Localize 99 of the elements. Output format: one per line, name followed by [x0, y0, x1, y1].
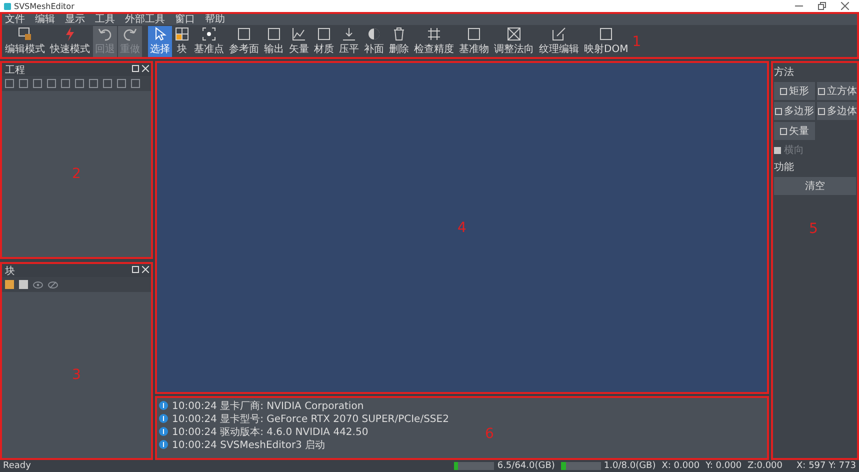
log-entry: 10:00:24 显卡厂商: NVIDIA Corporation: [172, 400, 364, 412]
square-icon[interactable]: [19, 79, 28, 88]
coordinate-readout: X: 0.000: [662, 461, 700, 471]
menu-item[interactable]: 帮助: [205, 12, 225, 26]
close-icon[interactable]: [142, 64, 149, 75]
menu-item[interactable]: 显示: [65, 12, 85, 26]
chart-icon: [292, 27, 306, 41]
status-message: Ready: [3, 461, 31, 471]
menu-item[interactable]: 工具: [95, 12, 115, 26]
annotation-number: 4: [458, 220, 466, 236]
float-icon[interactable]: [132, 64, 139, 75]
square-icon: [818, 88, 825, 94]
square-icon[interactable]: [5, 79, 14, 88]
eye-icon[interactable]: [48, 280, 58, 288]
checkbox-label: 横向: [784, 144, 804, 157]
toolbar-button[interactable]: 快速模式: [48, 26, 92, 57]
toolbar-button[interactable]: 纹理编辑: [537, 26, 581, 57]
close-icon[interactable]: [142, 265, 149, 276]
monitor-icon: [18, 27, 32, 41]
square-icon: [267, 27, 281, 41]
lightning-icon: [63, 27, 77, 41]
toolbar-button[interactable]: 映射DOM: [582, 26, 630, 57]
toolbar-button[interactable]: 参考面: [227, 26, 261, 57]
section-label: 功能: [774, 160, 795, 174]
toolbar-button[interactable]: 补面: [362, 26, 386, 57]
method-button[interactable]: 立方体: [817, 82, 858, 100]
square-icon[interactable]: [103, 79, 112, 88]
undo-icon: [98, 27, 112, 41]
toolbar-button[interactable]: 压平: [337, 26, 361, 57]
square-icon: [237, 27, 251, 41]
square-icon: [818, 108, 825, 114]
square-icon: [775, 108, 782, 114]
cursor-icon: [153, 27, 167, 41]
method-button[interactable]: 矩形: [774, 82, 815, 100]
menu-item[interactable]: 窗口: [175, 12, 195, 26]
square-icon: [317, 27, 331, 41]
info-icon: [159, 414, 168, 423]
toolbar-button[interactable]: 基准物: [457, 26, 491, 57]
square-icon: [780, 88, 787, 94]
edit-icon: [552, 27, 566, 41]
toolbar-button[interactable]: 输出: [262, 26, 286, 57]
square-icon[interactable]: [117, 79, 126, 88]
square-icon[interactable]: [131, 79, 140, 88]
panel-title: 块: [5, 264, 15, 278]
log-entry: 10:00:24 显卡型号: GeForce RTX 2070 SUPER/PCIe/SSE2: [172, 412, 449, 426]
annotation-number: 1: [632, 34, 642, 50]
info-icon: [159, 427, 168, 436]
panel-title: 工程: [5, 64, 25, 76]
menu-item[interactable]: 编辑: [35, 12, 55, 26]
window-title: SVSMeshEditor: [14, 2, 74, 10]
square-icon[interactable]: [89, 79, 98, 88]
menu-item[interactable]: 文件: [5, 12, 25, 26]
app-logo-icon: [4, 2, 11, 10]
toolbar-button[interactable]: 选择: [148, 26, 172, 57]
toolbar-button[interactable]: 材质: [312, 26, 336, 57]
down-icon: [342, 27, 356, 41]
coordinate-readout: Z:0.000: [748, 461, 783, 471]
info-icon: [159, 440, 168, 449]
target-icon: [202, 27, 216, 41]
square-icon[interactable]: [61, 79, 70, 88]
method-button[interactable]: 多边形: [774, 102, 815, 120]
square-icon[interactable]: [75, 79, 84, 88]
trash-icon: [392, 27, 406, 41]
mesh-icon: [427, 27, 441, 41]
square-icon[interactable]: [33, 79, 42, 88]
toolbar-button[interactable]: 矢量: [287, 26, 311, 57]
log-entry: 10:00:24 驱动版本: 4.6.0 NVIDIA 442.50: [172, 426, 368, 438]
toolbar-button[interactable]: 检查精度: [412, 26, 456, 57]
square-icon: [467, 27, 481, 41]
redo-icon: [123, 27, 137, 41]
coordinate-readout: Y: 0.000: [706, 461, 742, 471]
square-icon: [780, 128, 787, 134]
annotation-number: 2: [72, 166, 81, 182]
toolbar-button[interactable]: 基准点: [192, 26, 226, 57]
cross-icon: [507, 27, 521, 41]
section-label: 方法: [774, 66, 795, 79]
toolbar-button[interactable]: 编辑模式: [3, 26, 47, 57]
square-icon[interactable]: [47, 79, 56, 88]
memory-reading: 1.0/8.0(GB): [604, 461, 656, 471]
toolbar-button[interactable]: 删除: [387, 26, 411, 57]
annotation-number: 3: [72, 367, 81, 383]
square-icon: [599, 27, 614, 41]
eye-icon[interactable]: [33, 280, 43, 288]
float-icon[interactable]: [132, 265, 139, 276]
annotation-number: 6: [485, 426, 494, 442]
menu-item[interactable]: 外部工具: [125, 12, 165, 26]
toolbar-button[interactable]: 块: [173, 26, 191, 57]
cursor-position: X: 597 Y: 773: [796, 461, 856, 471]
annotation-number: 5: [809, 221, 818, 237]
clear-button[interactable]: 清空: [774, 177, 856, 195]
toolbar-button[interactable]: 调整法向: [492, 26, 536, 57]
method-button[interactable]: 多边体: [817, 102, 858, 120]
info-icon: [159, 401, 168, 410]
grid-icon: [175, 27, 189, 41]
method-button[interactable]: 矢量: [774, 122, 815, 140]
memory-reading: 6.5/64.0(GB): [497, 461, 555, 471]
log-entry: 10:00:24 SVSMeshEditor3 启动: [172, 438, 326, 452]
close-icon[interactable]: [841, 2, 849, 10]
restore-icon[interactable]: [818, 2, 826, 10]
